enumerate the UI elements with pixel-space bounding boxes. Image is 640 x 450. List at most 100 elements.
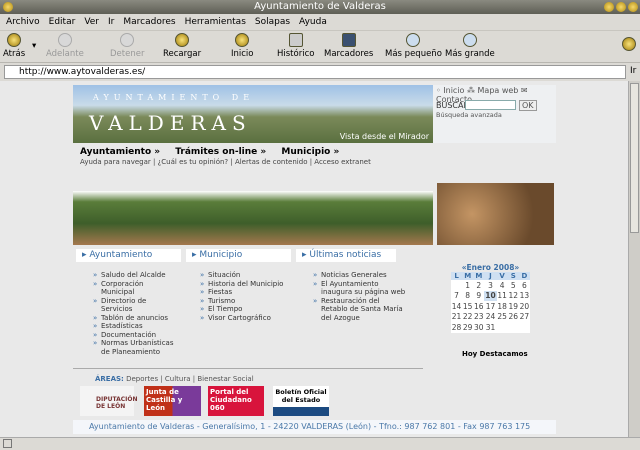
stop-button[interactable]: Detener <box>110 33 144 59</box>
menu-marcadores[interactable]: Marcadores <box>123 14 175 30</box>
list-item[interactable]: Corporación Municipal <box>93 280 178 297</box>
list-item[interactable]: Historia del Municipio <box>200 280 290 289</box>
zoom-out-button[interactable]: Más pequeño <box>385 33 442 59</box>
menu-herramientas[interactable]: Herramientas <box>185 14 246 30</box>
calendar-day[interactable]: 17 <box>484 301 496 312</box>
list-item[interactable]: Situación <box>200 271 290 280</box>
header-side-panel: ◦ Inicio ⁂ Mapa web ✉ Contacto BUSCAR OK… <box>433 85 556 143</box>
calendar-day[interactable]: 8 <box>462 291 473 302</box>
calendar-day[interactable]: 16 <box>473 301 484 312</box>
search-button[interactable]: OK <box>519 100 537 111</box>
calendar-day[interactable]: 27 <box>519 312 530 323</box>
list-item[interactable]: Documentación <box>93 331 178 340</box>
menu-ir[interactable]: Ir <box>108 14 114 30</box>
home-button[interactable]: Inicio <box>231 33 254 59</box>
menu-solapas[interactable]: Solapas <box>255 14 290 30</box>
municipio-links: Situación Historia del Municipio Fiestas… <box>200 271 290 322</box>
menu-ayuda[interactable]: Ayuda <box>299 14 327 30</box>
calendar-month[interactable]: «Enero 2008» <box>451 263 530 272</box>
back-button[interactable]: Atrás <box>3 33 25 59</box>
menu-editar[interactable]: Editar <box>49 14 76 30</box>
search-input[interactable] <box>465 100 516 110</box>
calendar-day[interactable]: 11 <box>497 291 508 302</box>
home-label: Inicio <box>231 49 254 59</box>
list-item[interactable]: Tablón de anuncios <box>93 314 178 323</box>
list-item[interactable]: Visor Cartográfico <box>200 314 290 323</box>
calendar-day[interactable]: 20 <box>519 301 530 312</box>
calendar-day[interactable]: 2 <box>473 280 484 291</box>
list-item[interactable]: Restauración del Retablo de Santa María … <box>313 297 408 323</box>
calendar-day[interactable]: 31 <box>484 322 496 333</box>
calendar-day[interactable]: 24 <box>484 312 496 323</box>
calendar-day[interactable]: 1 <box>462 280 473 291</box>
calendar-day[interactable]: 5 <box>508 280 519 291</box>
zoom-out-icon <box>406 33 421 47</box>
nav-ayuntamiento[interactable]: Ayuntamiento » <box>80 147 160 157</box>
list-item[interactable]: Directorio de Servicios <box>93 297 178 314</box>
logo-boe[interactable]: Boletín Oficial del Estado <box>273 386 329 416</box>
stop-label: Detener <box>110 49 145 59</box>
maximize-button[interactable] <box>616 2 626 12</box>
calendar-day[interactable]: 12 <box>508 291 519 302</box>
status-bar <box>0 437 640 450</box>
list-item[interactable]: Noticias Generales <box>313 271 408 280</box>
go-button[interactable]: Ir <box>630 66 636 76</box>
logo-text: Portal del Ciudadano 060 <box>210 388 252 412</box>
back-dropdown-icon[interactable]: ▾ <box>32 41 36 51</box>
calendar-day[interactable]: 10 <box>484 290 497 301</box>
calendar-day-header: S <box>507 272 519 280</box>
areas-list[interactable]: Deportes | Cultura | Bienestar Social <box>126 375 254 383</box>
list-item[interactable]: Estadísticas <box>93 322 178 331</box>
list-item[interactable]: El Tiempo <box>200 305 290 314</box>
calendar-day <box>508 322 519 333</box>
list-item[interactable]: Fiestas <box>200 288 290 297</box>
nav-tramites[interactable]: Trámites on-line » <box>175 147 266 157</box>
calendar-day[interactable]: 28 <box>451 322 462 333</box>
forward-button[interactable]: Adelante <box>46 33 84 59</box>
zoom-in-button[interactable]: Más grande <box>445 33 495 59</box>
list-item[interactable]: Normas Urbanísticas de Planeamiento <box>93 339 178 356</box>
calendar-day[interactable]: 19 <box>508 301 519 312</box>
window-menu-icon[interactable] <box>3 2 13 12</box>
calendar-day[interactable]: 9 <box>473 291 484 302</box>
advanced-search-link[interactable]: Búsqueda avanzada <box>436 111 502 119</box>
calendar-day-header: D <box>518 272 530 280</box>
calendar-day[interactable]: 3 <box>484 280 496 291</box>
nav-municipio[interactable]: Municipio » <box>281 147 339 157</box>
section-municipio: ▸ Municipio <box>186 249 291 262</box>
logo-diputacion[interactable]: DIPUTACIÓN DE LEÓN <box>80 386 138 416</box>
calendar-day[interactable]: 4 <box>497 280 508 291</box>
list-item[interactable]: Turismo <box>200 297 290 306</box>
calendar-day[interactable]: 15 <box>462 301 473 312</box>
calendar-day[interactable]: 14 <box>451 301 462 312</box>
list-item[interactable]: El Ayuntamiento inaugura su página web <box>313 280 408 297</box>
close-button[interactable] <box>628 2 638 12</box>
scrollbar-thumb[interactable] <box>630 83 639 233</box>
logo-060[interactable]: Portal del Ciudadano 060 <box>208 386 264 416</box>
bookmarks-button[interactable]: Marcadores <box>324 33 373 59</box>
url-input[interactable]: http://www.aytovalderas.es/ <box>4 65 626 79</box>
calendar-day[interactable]: 25 <box>497 312 508 323</box>
menu-archivo[interactable]: Archivo <box>6 14 40 30</box>
calendar-day[interactable]: 6 <box>519 280 530 291</box>
calendar-day <box>451 280 462 291</box>
logo-junta[interactable]: Junta de Castilla y León <box>144 386 201 416</box>
sub-nav[interactable]: Ayuda para navegar | ¿Cuál es tu opinión… <box>80 158 371 166</box>
calendar-day[interactable]: 30 <box>473 322 484 333</box>
calendar-day[interactable]: 13 <box>519 291 530 302</box>
history-button[interactable]: Histórico <box>277 33 314 59</box>
list-item[interactable]: Saludo del Alcalde <box>93 271 178 280</box>
logo-text: DIPUTACIÓN DE LEÓN <box>96 396 138 410</box>
back-icon <box>7 33 22 47</box>
reload-button[interactable]: Recargar <box>163 33 201 59</box>
minimize-button[interactable] <box>604 2 614 12</box>
menu-ver[interactable]: Ver <box>84 14 99 30</box>
calendar-day[interactable]: 21 <box>451 312 462 323</box>
vertical-scrollbar[interactable] <box>628 81 640 437</box>
calendar-day[interactable]: 29 <box>462 322 473 333</box>
calendar-day[interactable]: 23 <box>473 312 484 323</box>
calendar-day[interactable]: 22 <box>462 312 473 323</box>
calendar-day[interactable]: 26 <box>508 312 519 323</box>
calendar-day[interactable]: 7 <box>451 291 462 302</box>
calendar-day[interactable]: 18 <box>497 301 508 312</box>
